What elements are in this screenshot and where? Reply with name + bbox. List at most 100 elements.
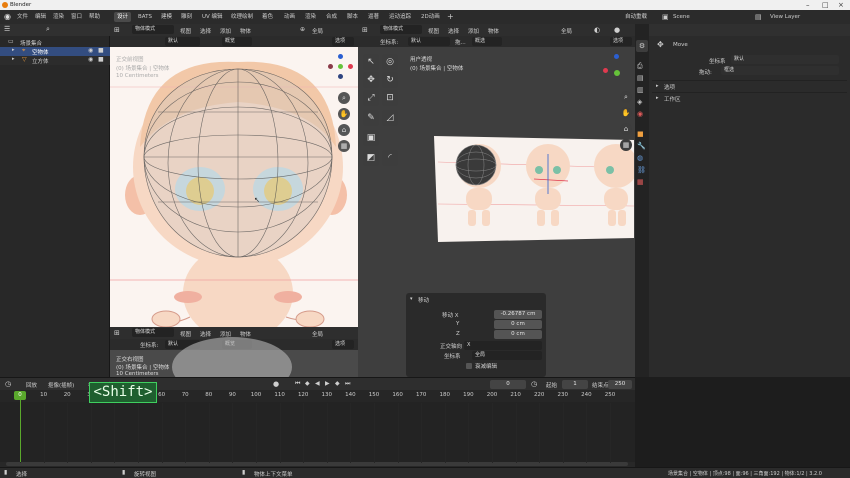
collapse-icon[interactable]: ▾ — [410, 296, 413, 302]
tab-workspace-10[interactable]: 脚本 — [344, 12, 361, 22]
expand-icon[interactable]: ▸ — [12, 47, 15, 53]
ortho-grid-icon[interactable]: ▦ — [338, 140, 350, 152]
gizmo-x-dot[interactable] — [348, 64, 353, 69]
minimize-icon[interactable]: – — [806, 0, 810, 10]
workspace-section[interactable]: ▸ 工作区 — [652, 92, 847, 104]
move-tool-icon[interactable]: ✥ — [363, 72, 379, 88]
overlay-icon[interactable]: ◐ — [594, 26, 600, 34]
scene-name[interactable]: Scene — [673, 10, 690, 24]
playback-menu[interactable]: 回放 — [26, 381, 37, 389]
add-cube-tool-icon[interactable]: ▣ — [363, 130, 379, 146]
tab-workspace-13[interactable]: 2D动画 — [418, 12, 443, 22]
selected-sphere[interactable] — [455, 144, 497, 186]
menu-object[interactable]: 物体 — [488, 27, 499, 35]
menu-view[interactable]: 视图 — [180, 27, 191, 35]
tab-workspace-3[interactable]: 雕刻 — [178, 12, 195, 22]
prop-edit-checkbox[interactable] — [466, 363, 472, 369]
pivot-default[interactable]: 默认 — [165, 37, 200, 46]
navigation-gizmo[interactable] — [603, 54, 631, 82]
editor-type-icon[interactable]: ⊞ — [362, 26, 368, 34]
current-frame-indicator[interactable]: 0 — [14, 391, 26, 400]
autosave-label[interactable]: 自动重载 — [625, 10, 647, 24]
options-button[interactable]: 选项 — [332, 37, 354, 46]
menu-file[interactable]: 文件 — [17, 10, 28, 24]
gizmo-z-dot[interactable] — [338, 54, 343, 59]
menu-help[interactable]: 帮助 — [89, 10, 100, 24]
camera-view-icon[interactable]: ⌂ — [338, 124, 350, 136]
next-key-icon[interactable]: ◆ — [335, 380, 340, 387]
visibility-eye-icon[interactable]: ◉ — [88, 47, 93, 54]
tab-workspace-2[interactable]: 建模 — [158, 12, 175, 22]
view-layer-tab-icon[interactable]: ▥ — [637, 86, 644, 94]
tab-workspace-0[interactable]: 设计 — [114, 12, 132, 22]
visibility-eye-icon[interactable]: ◉ — [88, 56, 93, 63]
tab-workspace-12[interactable]: 运动追踪 — [386, 12, 414, 22]
record-icon[interactable]: ● — [273, 380, 279, 388]
editor-type-icon[interactable]: ⊞ — [114, 26, 120, 34]
transform-global[interactable]: 全局 — [312, 330, 323, 338]
transform-global[interactable]: 全局 — [561, 27, 572, 35]
end-frame-field[interactable]: 250 — [608, 380, 632, 389]
zoom-icon[interactable]: ⌕ — [620, 91, 632, 103]
rotate-tool-icon[interactable]: ↻ — [382, 72, 398, 88]
left-viewport[interactable]: ⊞ 物体模式 视图 选择 添加 物体 ⊕ 全局 默认 概览 选项 正交前视图 (… — [110, 24, 358, 327]
close-icon[interactable]: × — [838, 0, 844, 10]
scale-tool-icon[interactable]: ⤢ — [363, 90, 379, 106]
object-tab-icon[interactable]: ■ — [637, 130, 644, 138]
modifier-tab-icon[interactable]: 🔧 — [637, 142, 646, 150]
zoom-icon[interactable]: ⌕ — [338, 92, 350, 104]
gizmo-z-dot[interactable] — [614, 54, 619, 59]
render-camera-icon[interactable]: ■ — [98, 56, 104, 63]
options-section[interactable]: ▸ 选项 — [652, 80, 847, 92]
current-frame-field[interactable]: 0 — [490, 380, 526, 389]
start-frame-field[interactable]: 1 — [562, 380, 588, 389]
move-z-field[interactable]: 0 cm — [494, 330, 542, 339]
shear-tool-icon[interactable]: ◩ — [363, 150, 379, 166]
camera-view-icon[interactable]: ⌂ — [620, 123, 632, 135]
menu-view[interactable]: 视图 — [180, 330, 191, 338]
scene-tab-icon[interactable]: ◈ — [637, 98, 642, 106]
menu-select[interactable]: 选择 — [448, 27, 459, 35]
menu-select[interactable]: 选择 — [200, 330, 211, 338]
output-tab-icon[interactable]: ▤ — [637, 74, 644, 82]
annotate-tool-icon[interactable]: ✎ — [363, 110, 379, 126]
cursor-tool-icon[interactable]: ◎ — [382, 54, 398, 70]
constraint-tab-icon[interactable]: ⛓ — [637, 166, 646, 174]
outliner-row-cube[interactable]: ▸ ▽ 立方体 ◉ ■ — [0, 56, 110, 65]
tab-workspace-9[interactable]: 合成 — [323, 12, 340, 22]
pan-hand-icon[interactable]: ✋ — [620, 107, 632, 119]
tab-workspace-5[interactable]: 纹理绘制 — [228, 12, 256, 22]
tab-workspace-11[interactable]: 逼著 — [365, 12, 382, 22]
tool-tab-icon[interactable]: ⚙ — [636, 40, 648, 52]
options-button[interactable]: 选项 — [610, 37, 632, 46]
ortho-grid-icon[interactable]: ▦ — [620, 139, 632, 151]
coord-select[interactable]: 全局 — [472, 351, 542, 360]
tab-workspace-8[interactable]: 渲染 — [302, 12, 319, 22]
outliner-row-collection[interactable]: ▭ 场景集合 — [0, 38, 110, 47]
editor-type-icon[interactable]: ◷ — [5, 380, 11, 388]
physics-tab-icon[interactable]: ◍ — [637, 154, 643, 162]
render-camera-icon[interactable]: ■ — [98, 47, 104, 54]
jump-end-icon[interactable]: ⏭ — [345, 380, 350, 388]
gizmo-y-dot[interactable] — [614, 70, 620, 76]
options-button[interactable]: 选项 — [332, 340, 354, 349]
viewlayer-name[interactable]: View Layer — [770, 10, 800, 24]
navigation-gizmo[interactable] — [328, 54, 354, 80]
mode-select[interactable]: 物体模式 — [132, 25, 174, 34]
tab-workspace-4[interactable]: UV 编辑 — [199, 12, 226, 22]
gizmo-negx-dot[interactable] — [328, 64, 333, 69]
gizmo-negz-dot[interactable] — [338, 74, 343, 79]
snap-select[interactable]: 概选 — [472, 37, 502, 46]
menu-add[interactable]: 添加 — [220, 27, 231, 35]
prev-key-icon[interactable]: ◆ — [305, 380, 310, 387]
data-tab-icon[interactable]: ▦ — [637, 178, 644, 186]
mode-select[interactable]: 物体模式 — [380, 25, 422, 34]
transform-global[interactable]: 全局 — [312, 27, 323, 35]
outliner-row-empty[interactable]: ▸ ⌖ 空物体 ◉ ■ — [0, 47, 110, 56]
select-box-tool-icon[interactable]: ↖ — [363, 54, 379, 70]
menu-add[interactable]: 添加 — [468, 27, 479, 35]
jump-start-icon[interactable]: ⏮ — [295, 380, 300, 388]
pivot-default[interactable]: 默认 — [408, 37, 450, 46]
move-y-field[interactable]: 0 cm — [494, 320, 542, 329]
tab-workspace-6[interactable]: 着色 — [259, 12, 276, 22]
